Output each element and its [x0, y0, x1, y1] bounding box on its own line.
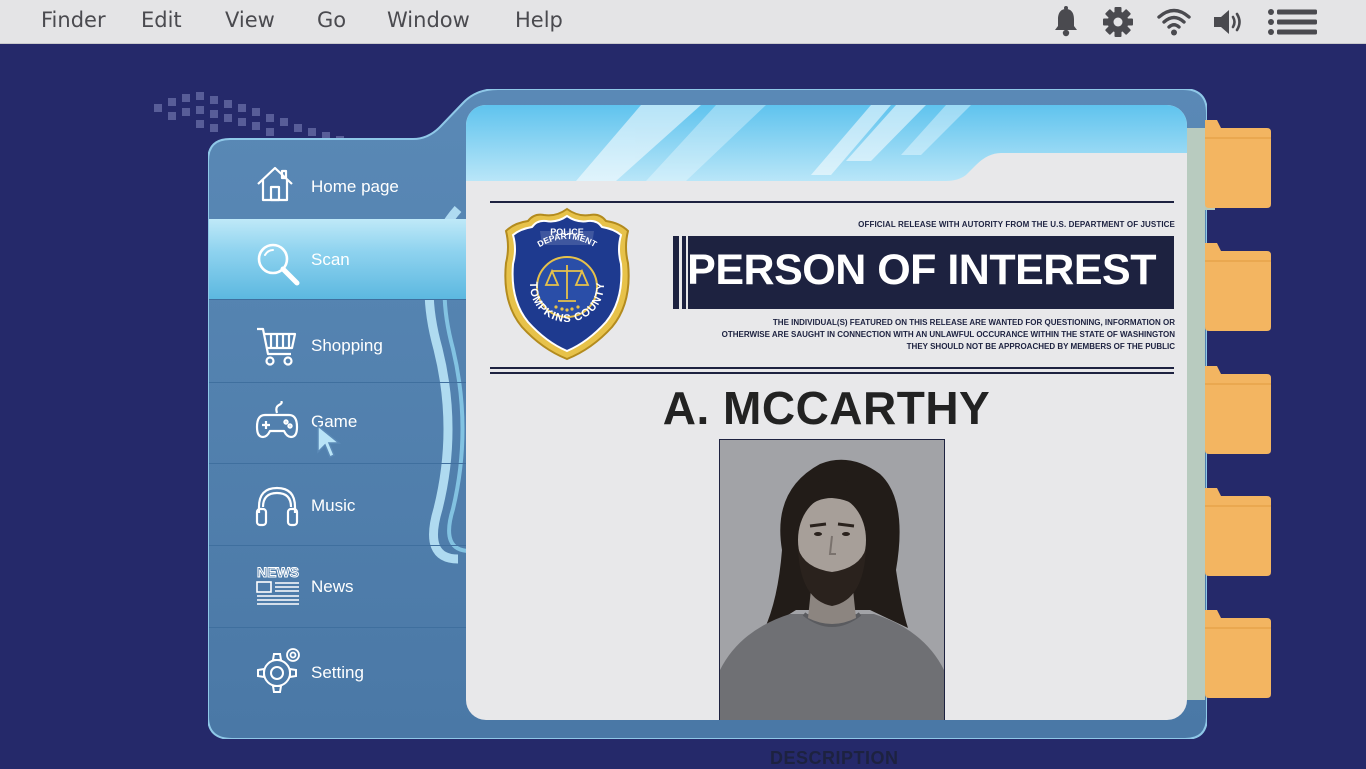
folder-icon[interactable] [1205, 610, 1271, 700]
cart-icon [257, 327, 297, 366]
menu-go[interactable]: Go [317, 8, 346, 32]
folder-icon[interactable] [1205, 120, 1271, 210]
heading-banner: PERSON OF INTEREST [673, 236, 1174, 309]
menu-view[interactable]: View [225, 8, 275, 32]
folder-icon[interactable] [1205, 243, 1271, 333]
sidebar-item-label: Setting [311, 663, 364, 682]
folder-icon[interactable] [1205, 488, 1271, 578]
sidebar-item-scan[interactable]: Scan [209, 219, 467, 300]
top-rule [490, 201, 1174, 203]
warning-line: OTHERWISE ARE SAUGHT IN CONNECTION WITH … [721, 330, 1175, 339]
gamepad-icon [255, 401, 299, 439]
folder-divider-strip [1187, 128, 1205, 700]
document-sheet: POLICE DEPARTMENT TOMPKINS COUNTY OFFICI… [466, 105, 1187, 720]
subject-photo [719, 439, 945, 720]
sidebar-item-home-page[interactable]: Home page [209, 139, 467, 220]
sidebar-item-music[interactable]: Music [209, 465, 467, 546]
gear-icon [257, 648, 300, 693]
divider-rule [490, 367, 1174, 369]
sidebar-item-label: Shopping [311, 336, 383, 355]
home-icon [257, 166, 293, 202]
warning-line: THE INDIVIDUAL(S) FEATURED ON THIS RELEA… [772, 318, 1175, 327]
sidebar-item-label: Home page [311, 177, 399, 196]
police-badge-logo: POLICE DEPARTMENT TOMPKINS COUNTY [504, 207, 630, 361]
portrait-image [720, 440, 944, 720]
folder-icon[interactable] [1205, 366, 1271, 456]
warning-text: THE INDIVIDUAL(S) FEATURED ON THIS RELEA… [695, 317, 1175, 353]
sidebar-item-shopping[interactable]: Shopping [209, 302, 467, 383]
subject-name: A. MCCARTHY [662, 382, 991, 434]
menu-window[interactable]: Window [387, 8, 470, 32]
list-icon[interactable] [1267, 6, 1319, 38]
menu-bar: Finder Edit View Go Window Help [0, 0, 1366, 44]
menu-finder[interactable]: Finder [41, 8, 106, 32]
sidebar-item-label: Scan [311, 250, 350, 269]
sidebar-item-label: News [311, 577, 354, 596]
wifi-icon[interactable] [1156, 6, 1192, 38]
divider-rule [490, 372, 1174, 374]
description-label: DESCRIPTION [770, 748, 899, 768]
news-icon: NEWS [256, 564, 300, 605]
gear-icon[interactable] [1102, 6, 1134, 38]
headphones-icon [255, 486, 299, 527]
sidebar-item-label: Music [311, 496, 356, 515]
search-icon [257, 243, 300, 286]
bell-icon[interactable] [1053, 6, 1079, 38]
page-title: PERSON OF INTEREST [687, 246, 1156, 294]
speaker-icon[interactable] [1212, 6, 1248, 38]
warning-line: THEY SHOULD NOT BE APPROACHED BY MEMBERS… [906, 342, 1175, 351]
mouse-cursor-icon [317, 424, 342, 459]
sheet-header-band [466, 105, 1187, 181]
sidebar-item-news[interactable]: NEWS News [209, 547, 467, 628]
menu-edit[interactable]: Edit [141, 8, 182, 32]
svg-text:NEWS: NEWS [257, 564, 299, 580]
official-release-line: OFFICIAL RELEASE WITH AUTORITY FROM THE … [858, 220, 1175, 229]
sidebar-item-setting[interactable]: Setting [209, 627, 467, 707]
menu-help[interactable]: Help [515, 8, 563, 32]
